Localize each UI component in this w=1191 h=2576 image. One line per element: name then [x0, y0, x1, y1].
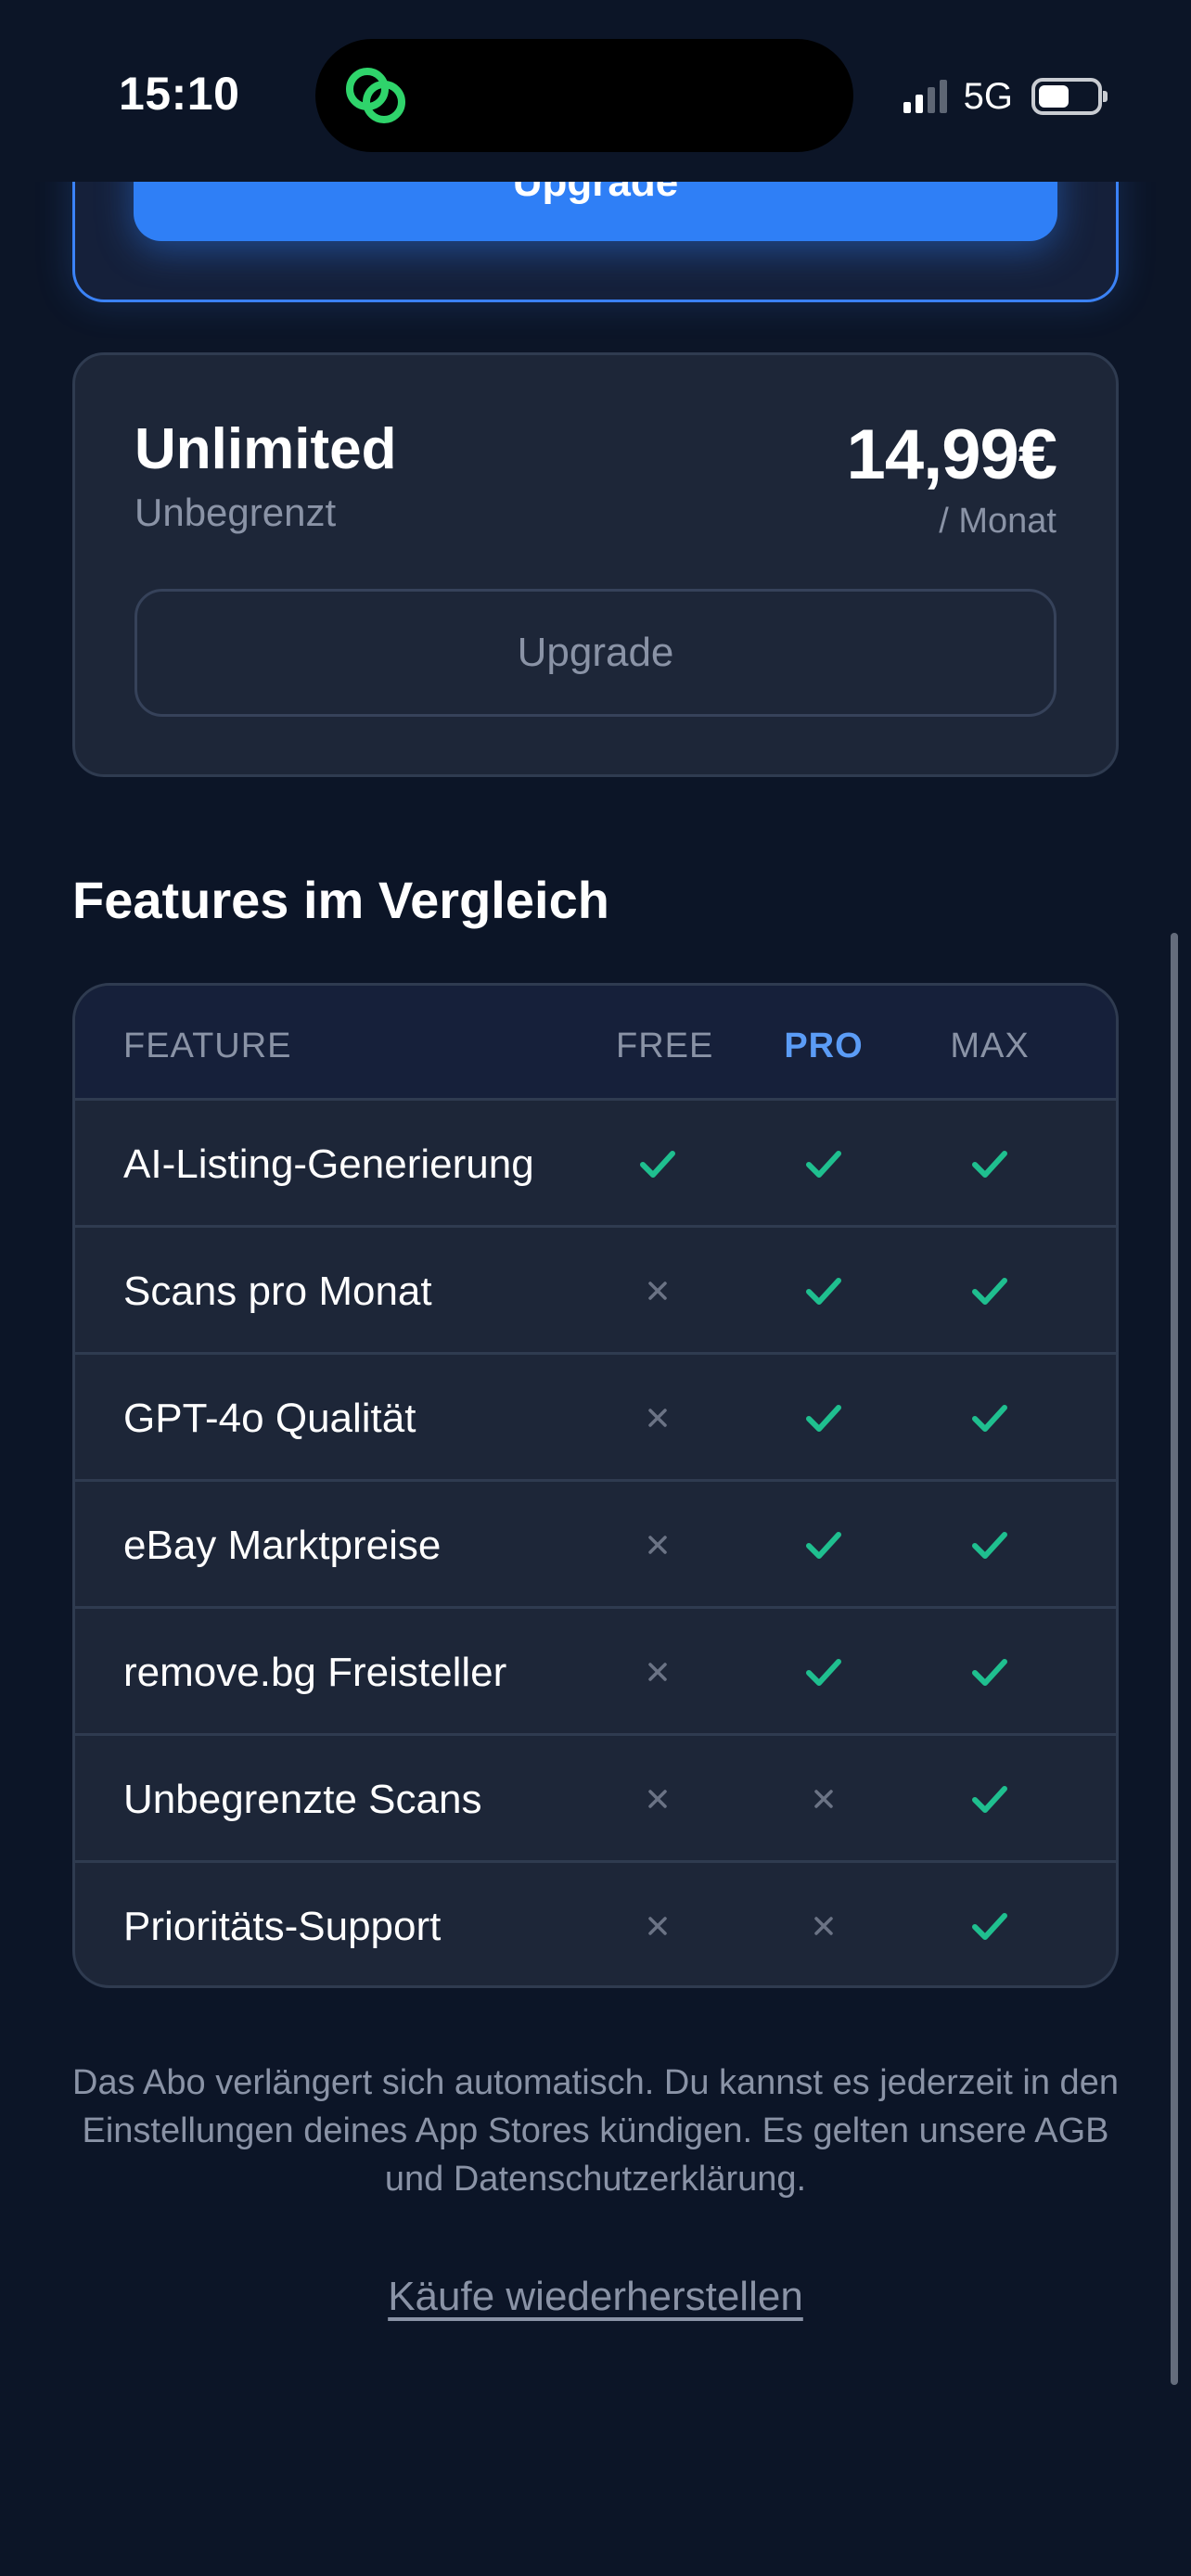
check-icon	[962, 1390, 1018, 1446]
feature-name: eBay Marktpreise	[123, 1523, 442, 1568]
check-icon	[796, 1136, 852, 1192]
restore-purchases-link[interactable]: Käufe wiederherstellen	[0, 2274, 1191, 2320]
check-icon	[962, 1771, 1018, 1827]
check-icon	[796, 1517, 852, 1573]
comparison-title: Features im Vergleich	[72, 871, 609, 929]
status-icons: 5G	[903, 74, 1108, 119]
network-label: 5G	[963, 75, 1013, 117]
table-row: Prioritäts-Support	[75, 1863, 1116, 1985]
status-time: 15:10	[119, 68, 240, 120]
app-activity-icon	[346, 68, 405, 123]
scroll-indicator	[1171, 933, 1178, 2385]
table-body: AI-Listing-Generierung Scans pro Monat GPT…	[75, 1101, 1116, 1985]
column-header-pro: PRO	[784, 1027, 864, 1065]
table-row: remove.bg Freisteller	[75, 1609, 1116, 1736]
check-icon	[796, 1390, 852, 1446]
cross-icon	[630, 1390, 685, 1446]
column-header-feature: FEATURE	[123, 1027, 292, 1065]
feature-name: AI-Listing-Generierung	[123, 1141, 534, 1187]
check-icon	[962, 1517, 1018, 1573]
check-icon	[796, 1644, 852, 1700]
cross-icon	[630, 1644, 685, 1700]
status-bar: 15:10 5G	[0, 0, 1191, 182]
signal-icon	[903, 80, 947, 113]
check-icon	[962, 1898, 1018, 1954]
cross-icon	[630, 1517, 685, 1573]
feature-name: Unbegrenzte Scans	[123, 1777, 482, 1822]
table-row: Scans pro Monat	[75, 1228, 1116, 1355]
plan-price: 14,99€	[846, 415, 1057, 494]
cross-icon	[630, 1771, 685, 1827]
table-row: eBay Marktpreise	[75, 1482, 1116, 1609]
cross-icon	[630, 1898, 685, 1954]
table-row: AI-Listing-Generierung	[75, 1101, 1116, 1228]
unlimited-upgrade-button[interactable]: Upgrade	[134, 589, 1057, 717]
feature-name: remove.bg Freisteller	[123, 1650, 507, 1695]
feature-comparison-table: FEATURE FREE PRO MAX AI-Listing-Generier…	[72, 983, 1119, 1988]
check-icon	[796, 1263, 852, 1319]
cross-icon	[630, 1263, 685, 1319]
plan-period: / Monat	[939, 502, 1057, 541]
check-icon	[962, 1644, 1018, 1700]
check-icon	[630, 1136, 685, 1192]
battery-icon	[1031, 78, 1108, 115]
subscription-legal-text: Das Abo verlängert sich automatisch. Du …	[72, 2063, 1119, 2199]
feature-name: Prioritäts-Support	[123, 1904, 442, 1949]
check-icon	[962, 1263, 1018, 1319]
unlimited-plan-card: Unlimited Unbegrenzt 14,99€ / Monat Upgr…	[72, 352, 1119, 777]
plan-subtitle: Unbegrenzt	[134, 491, 337, 534]
feature-name: Scans pro Monat	[123, 1269, 432, 1314]
feature-name: GPT-4o Qualität	[123, 1396, 416, 1441]
check-icon	[962, 1136, 1018, 1192]
dynamic-island	[315, 39, 853, 152]
cross-icon	[796, 1771, 852, 1827]
column-header-free: FREE	[616, 1027, 714, 1065]
column-header-max: MAX	[950, 1027, 1030, 1065]
cross-icon	[796, 1898, 852, 1954]
plan-name: Unlimited	[134, 417, 397, 481]
table-row: GPT-4o Qualität	[75, 1355, 1116, 1482]
table-header: FEATURE FREE PRO MAX	[75, 986, 1116, 1101]
table-row: Unbegrenzte Scans	[75, 1736, 1116, 1863]
